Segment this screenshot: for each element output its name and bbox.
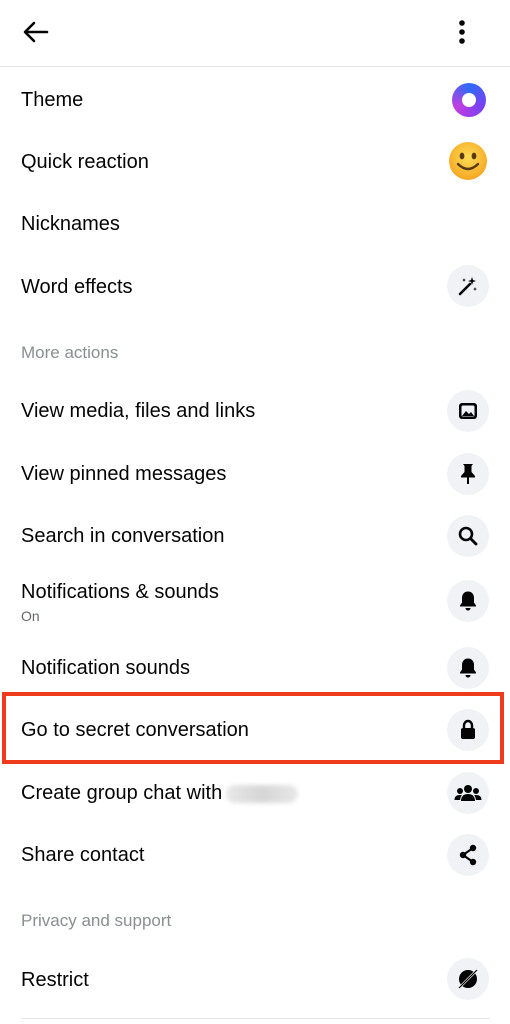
create-group-chat-label: Create group chat with: [21, 782, 223, 804]
image-icon: [459, 403, 477, 419]
restrict-icon: [458, 969, 478, 989]
smiley-emoji-icon: [449, 142, 487, 180]
create-group-chat-row[interactable]: Create group chat with: [0, 762, 510, 824]
quick-reaction-label: Quick reaction: [21, 151, 149, 173]
conversation-settings-screen: Theme Quick reaction Nicknames Word effe…: [0, 0, 510, 1024]
view-media-row[interactable]: View media, files and links: [0, 380, 510, 442]
highlight-annotation-box: [2, 692, 504, 764]
bell-icon: [460, 591, 476, 611]
more-options-button[interactable]: [444, 14, 480, 50]
search-icon-wrap: [447, 515, 489, 557]
pin-icon: [461, 464, 475, 484]
theme-row[interactable]: Theme: [0, 68, 510, 130]
notification-sounds-icon-wrap: [447, 647, 489, 689]
notification-sounds-row[interactable]: Notification sounds: [0, 637, 510, 699]
share-contact-label: Share contact: [21, 844, 145, 866]
bottom-divider: [21, 1018, 490, 1019]
back-button[interactable]: [18, 14, 54, 50]
top-bar: [0, 0, 510, 67]
search-icon: [458, 526, 478, 546]
view-media-label: View media, files and links: [21, 400, 256, 422]
search-conversation-label: Search in conversation: [21, 525, 225, 547]
share-icon-wrap: [447, 834, 489, 876]
nicknames-label: Nicknames: [21, 213, 120, 235]
theme-label: Theme: [21, 89, 84, 111]
quick-reaction-row[interactable]: Quick reaction: [0, 130, 510, 192]
group-icon-wrap: [447, 772, 489, 814]
word-effects-label: Word effects: [21, 276, 133, 298]
bell-icon: [460, 658, 476, 678]
more-actions-header: More actions: [21, 343, 119, 362]
restrict-label: Restrict: [21, 969, 89, 991]
view-pinned-row[interactable]: View pinned messages: [0, 443, 510, 505]
view-pinned-label: View pinned messages: [21, 463, 227, 485]
vertical-ellipsis-icon: [459, 20, 465, 44]
share-contact-row[interactable]: Share contact: [0, 824, 510, 886]
notifications-sounds-label: Notifications & sounds: [21, 581, 219, 603]
create-group-chat-text: Create group chat with: [21, 781, 299, 805]
notifications-icon-wrap: [447, 580, 489, 622]
restrict-icon-wrap: [447, 958, 489, 1000]
magic-wand-icon: [458, 277, 477, 296]
word-effects-row[interactable]: Word effects: [0, 255, 510, 317]
group-icon: [454, 785, 482, 801]
arrow-left-icon: [23, 21, 49, 43]
nicknames-row[interactable]: Nicknames: [0, 192, 510, 254]
view-media-icon-wrap: [447, 390, 489, 432]
privacy-support-header: Privacy and support: [21, 911, 172, 930]
search-conversation-row[interactable]: Search in conversation: [0, 505, 510, 567]
blurred-contact-name: [226, 784, 299, 803]
view-pinned-icon-wrap: [447, 453, 489, 495]
notifications-sounds-row[interactable]: Notifications & sounds On: [0, 568, 510, 636]
notification-sounds-label: Notification sounds: [21, 657, 190, 679]
theme-circle-icon: [452, 83, 486, 117]
share-icon: [459, 844, 477, 866]
restrict-row[interactable]: Restrict: [0, 948, 510, 1010]
word-effects-icon-wrap: [447, 265, 489, 307]
notifications-status: On: [21, 608, 40, 624]
